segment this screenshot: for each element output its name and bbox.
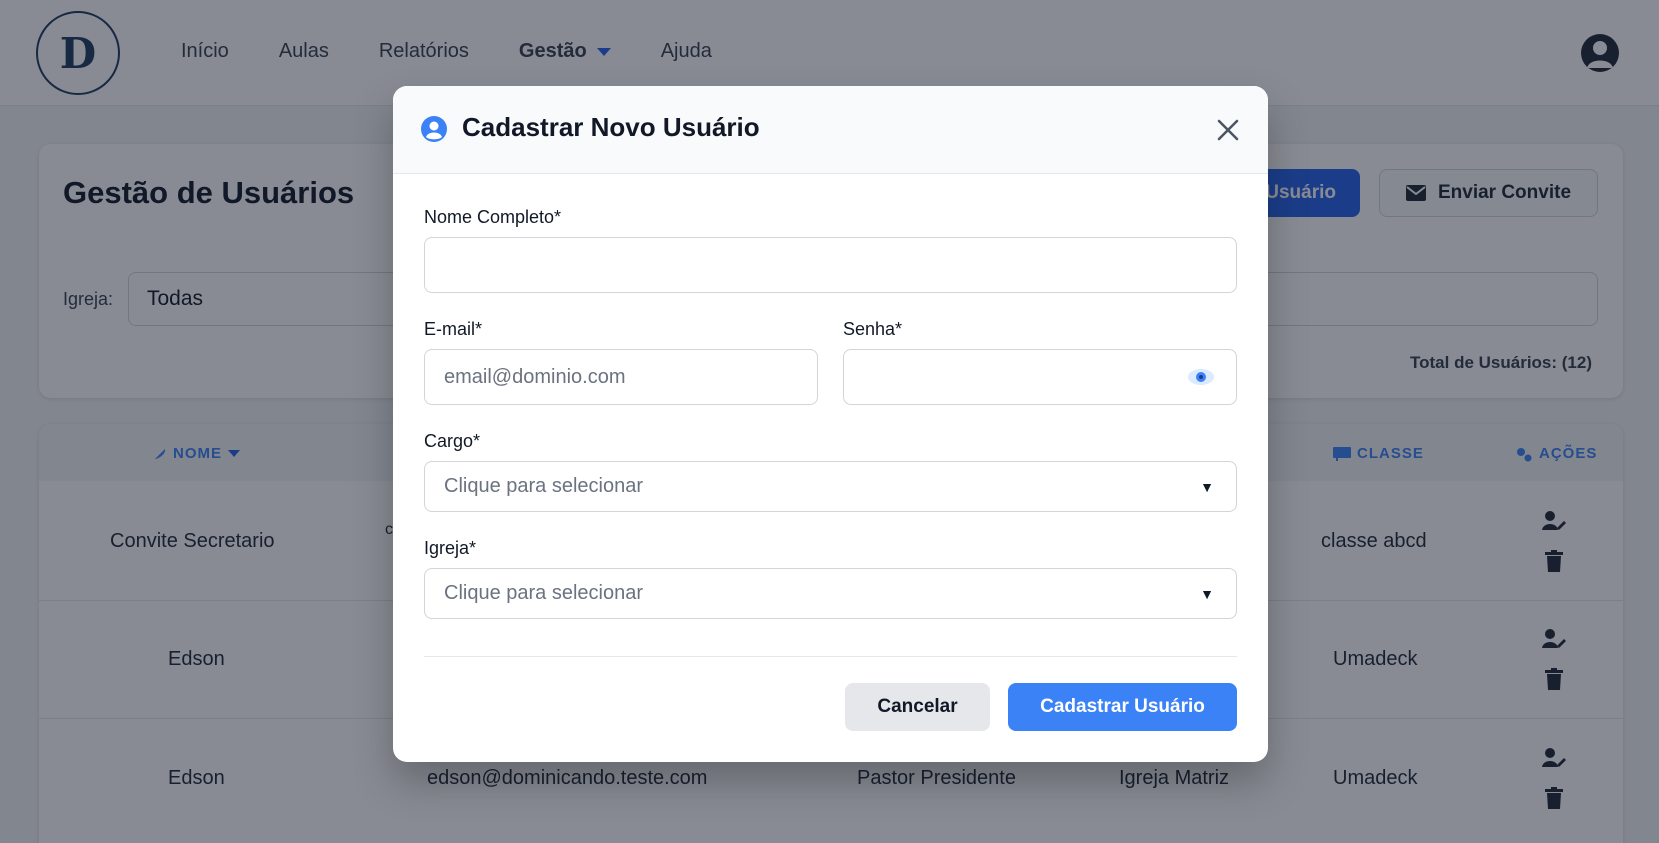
church-select[interactable]: Clique para selecionar ▼ xyxy=(424,568,1237,619)
dropdown-arrow-icon: ▼ xyxy=(1200,479,1214,495)
password-input[interactable] xyxy=(843,349,1237,405)
cancel-button[interactable]: Cancelar xyxy=(845,683,990,731)
full-name-label: Nome Completo* xyxy=(424,207,562,227)
role-select-placeholder: Clique para selecionar xyxy=(444,475,644,497)
email-label: E-mail* xyxy=(424,319,483,339)
dropdown-arrow-icon: ▼ xyxy=(1200,586,1214,602)
church-label: Igreja* xyxy=(424,538,477,558)
role-select[interactable]: Clique para selecionar ▼ xyxy=(424,461,1237,512)
register-user-button[interactable]: Cadastrar Usuário xyxy=(1008,683,1237,731)
close-icon[interactable] xyxy=(1214,116,1242,144)
modal-footer-divider xyxy=(424,656,1237,657)
email-input[interactable] xyxy=(424,349,818,405)
modal-title: Cadastrar Novo Usuário xyxy=(462,112,760,142)
register-user-modal: Cadastrar Novo Usuário Nome Completo* E-… xyxy=(393,86,1268,762)
role-label: Cargo* xyxy=(424,431,481,451)
show-password-eye-icon[interactable] xyxy=(1187,368,1215,386)
church-select-placeholder: Clique para selecionar xyxy=(444,582,644,604)
full-name-input[interactable] xyxy=(424,237,1237,293)
password-label: Senha* xyxy=(843,319,903,339)
modal-header: Cadastrar Novo Usuário xyxy=(393,86,1268,174)
user-circle-icon xyxy=(421,116,447,142)
